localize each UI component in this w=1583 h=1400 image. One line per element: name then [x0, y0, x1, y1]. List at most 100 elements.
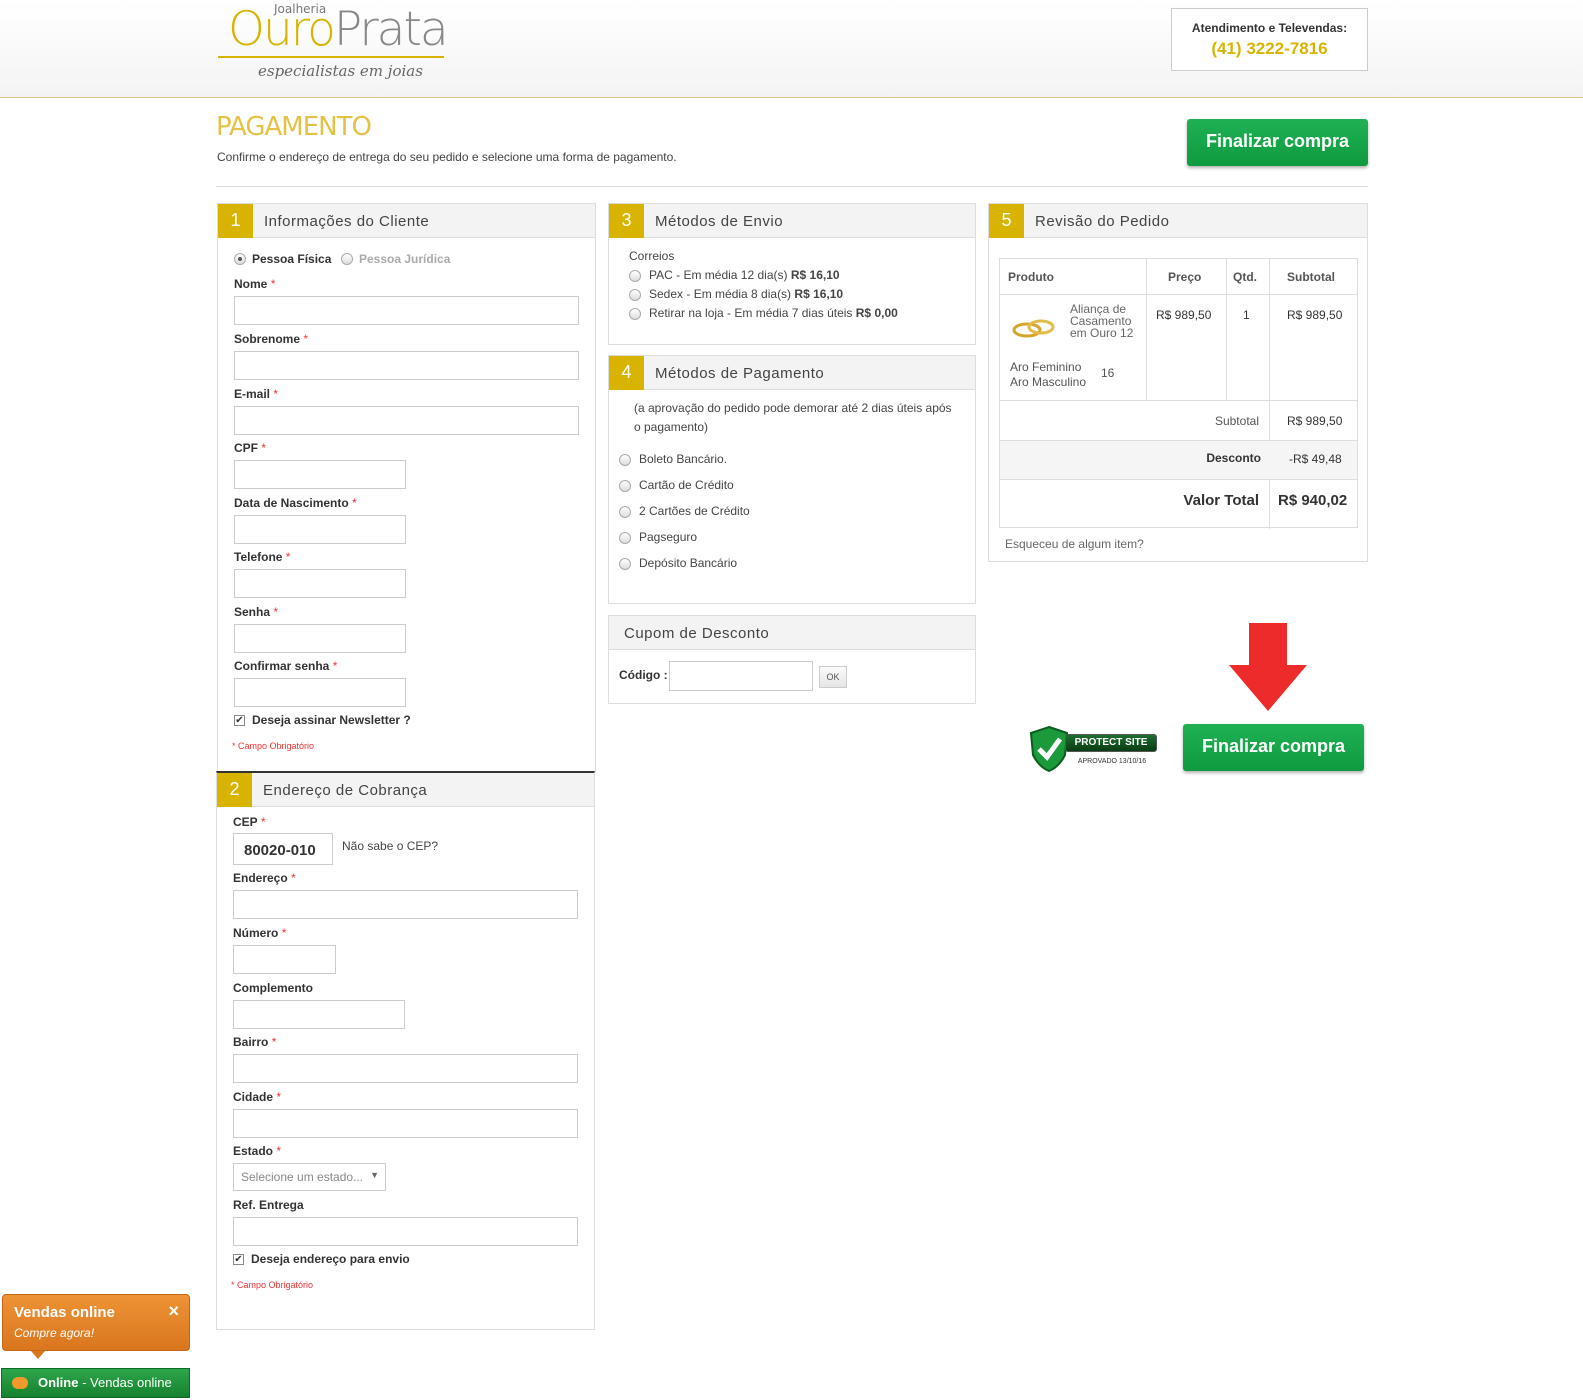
total-label: Valor Total — [1183, 492, 1259, 509]
finalize-button-bottom[interactable]: Finalizar compra — [1183, 724, 1364, 771]
required-note: * Campo Obrigatório — [232, 741, 315, 751]
review-panel: 5 Revisão do Pedido Produto Preço Qtd. Su… — [988, 203, 1368, 562]
total-value: R$ 940,02 — [1278, 492, 1348, 509]
senha-label: Senha — [234, 605, 271, 619]
cpf-input[interactable] — [234, 460, 406, 489]
product-price: R$ 989,50 — [1156, 308, 1212, 322]
shipping-panel: 3 Métodos de Envio Correios PAC - Em médi… — [608, 203, 976, 345]
shipping-option-price: R$ 16,10 — [794, 287, 844, 301]
product-name-link[interactable]: Aliança de Casamento em Ouro 12 — [1070, 303, 1142, 339]
panel-title: Informações do Cliente — [264, 213, 430, 230]
nascimento-label: Data de Nascimento — [234, 496, 349, 510]
telefone-label: Telefone — [234, 550, 283, 564]
shipping-option-price: R$ 0,00 — [855, 306, 898, 320]
forgot-item-link[interactable]: Esqueceu de algum item? — [1005, 537, 1144, 551]
numero-input[interactable] — [233, 945, 336, 974]
payment-option-radio[interactable] — [619, 532, 631, 544]
person-juridica-radio[interactable] — [341, 253, 353, 265]
email-input[interactable] — [234, 406, 579, 435]
ring-product-image[interactable] — [1012, 317, 1056, 341]
chat-popup[interactable]: Vendas online Compre agora! × — [2, 1294, 190, 1359]
shipping-option-radio[interactable] — [629, 289, 641, 301]
site-logo[interactable]: Joalheria OuroPrata especialistas em joi… — [218, 0, 449, 82]
shipping-option-price: R$ 16,10 — [790, 268, 840, 282]
payment-option-radio[interactable] — [619, 480, 631, 492]
confirmar-senha-input[interactable] — [234, 678, 406, 707]
discount-label: Desconto — [1206, 451, 1261, 465]
chat-pointer — [31, 1351, 45, 1359]
required-mark: * — [303, 332, 309, 346]
chat-subtitle: Compre agora! — [14, 1326, 95, 1340]
step-number: 4 — [609, 356, 644, 390]
person-fisica-label: Pessoa Física — [252, 252, 332, 266]
chat-bar-text: - Vendas online — [78, 1375, 172, 1390]
ship-same-checkbox[interactable]: ✔ — [233, 1254, 244, 1265]
complemento-input[interactable] — [233, 1000, 405, 1029]
endereco-label: Endereço — [233, 871, 288, 885]
page-title: PAGAMENTO — [216, 112, 372, 142]
sobrenome-input[interactable] — [234, 351, 579, 380]
estado-select-value: Selecione um estado... — [241, 1170, 364, 1184]
phone-number[interactable]: (41) 3222-7816 — [1172, 39, 1367, 59]
nome-input[interactable] — [234, 296, 579, 325]
coupon-input[interactable] — [669, 661, 813, 691]
logo-ouro: Ouro — [228, 2, 336, 57]
estado-label: Estado — [233, 1144, 274, 1158]
customer-panel: 1 Informações do Cliente Pessoa Física Pe… — [217, 203, 596, 773]
endereco-input[interactable] — [233, 890, 578, 919]
step-number: 2 — [217, 773, 252, 807]
panel-title: Métodos de Pagamento — [655, 365, 825, 382]
subtotal-label: Subtotal — [1214, 414, 1259, 428]
required-mark: * — [276, 1090, 282, 1104]
cep-label: CEP — [233, 815, 258, 829]
nome-label: Nome — [234, 277, 268, 291]
senha-input[interactable] — [234, 624, 406, 653]
coupon-code-label: Código : — [619, 668, 668, 682]
required-mark: * — [270, 277, 276, 291]
payment-option-label: Pagseguro — [639, 530, 698, 544]
payment-option-label: Depósito Bancário — [639, 556, 738, 570]
logo-prata: Prata — [333, 2, 449, 57]
newsletter-checkbox[interactable]: ✔ — [234, 715, 245, 726]
phone-label: Atendimento e Televendas: — [1191, 21, 1348, 35]
step-number: 3 — [609, 204, 644, 238]
chat-bar[interactable]: Online - Vendas online — [1, 1368, 190, 1398]
product-size-f: Aro Feminino — [1010, 360, 1082, 374]
cep-input[interactable]: 80020-010 — [233, 833, 333, 865]
coupon-ok-button[interactable]: OK — [819, 666, 847, 688]
close-icon[interactable]: × — [168, 1301, 179, 1322]
panel-title: Endereço de Cobrança — [263, 782, 428, 799]
nascimento-input[interactable] — [234, 515, 406, 544]
shipping-option-radio[interactable] — [629, 308, 641, 320]
complemento-label: Complemento — [233, 981, 314, 995]
required-mark: * — [261, 441, 267, 455]
required-mark: * — [285, 550, 291, 564]
red-arrow-icon — [1229, 623, 1307, 711]
telefone-input[interactable] — [234, 569, 406, 598]
shipping-option-radio[interactable] — [629, 270, 641, 282]
cidade-label: Cidade — [233, 1090, 274, 1104]
shipping-option-label: Sedex - Em média 8 dia(s) — [649, 287, 792, 301]
header-produto: Produto — [1008, 270, 1054, 284]
ref-entrega-input[interactable] — [233, 1217, 578, 1246]
payment-option-radio[interactable] — [619, 558, 631, 570]
panel-title: Revisão do Pedido — [1035, 213, 1170, 230]
payment-option-label: Boleto Bancário. — [639, 452, 728, 466]
payment-option-radio[interactable] — [619, 506, 631, 518]
product-qty: 1 — [1243, 308, 1250, 322]
bairro-input[interactable] — [233, 1054, 578, 1083]
product-subtotal: R$ 989,50 — [1287, 308, 1343, 322]
step-number: 1 — [218, 204, 253, 238]
finalize-button-top[interactable]: Finalizar compra — [1187, 119, 1368, 166]
row-divider — [1000, 400, 1357, 401]
cep-help-link[interactable]: Não sabe o CEP? — [342, 839, 438, 853]
protect-site-badge[interactable]: PROTECT SITE APROVADO 13/10/16 — [1029, 725, 1159, 773]
sobrenome-label: Sobrenome — [234, 332, 301, 346]
person-fisica-radio[interactable] — [234, 253, 246, 265]
cidade-input[interactable] — [233, 1109, 578, 1138]
required-mark: * — [273, 605, 279, 619]
payment-option-radio[interactable] — [619, 454, 631, 466]
required-mark: * — [276, 1144, 282, 1158]
payment-note: (a aprovação do pedido pode demorar até … — [634, 401, 952, 434]
estado-select[interactable]: Selecione um estado... ▼ — [233, 1163, 386, 1191]
